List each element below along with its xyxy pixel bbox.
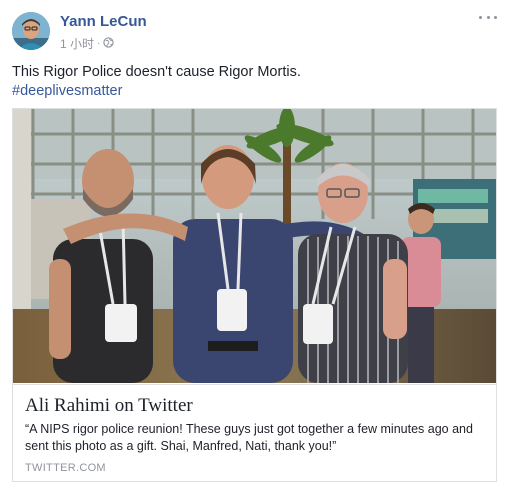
link-preview-image[interactable] (13, 109, 496, 383)
author-name[interactable]: Yann LeCun (60, 13, 147, 30)
post-text: This Rigor Police doesn't cause Rigor Mo… (12, 63, 492, 101)
meta-separator: · (97, 38, 101, 49)
link-preview-domain: TWITTER.COM (25, 462, 106, 474)
post-text-line: This Rigor Police doesn't cause Rigor Mo… (12, 64, 301, 80)
author-avatar[interactable] (12, 12, 50, 50)
link-preview-info[interactable]: Ali Rahimi on Twitter “A NIPS rigor poli… (13, 384, 496, 482)
more-options-icon[interactable] (479, 11, 497, 23)
post-timestamp[interactable]: 1 小时 (60, 35, 94, 52)
link-preview-description: “A NIPS rigor police reunion! These guys… (25, 422, 473, 453)
link-preview-title: Ali Rahimi on Twitter (25, 395, 193, 416)
avatar-photo (12, 12, 50, 50)
hashtag-link[interactable]: #deeplivesmatter (12, 82, 492, 101)
post-meta: 1 小时 · (60, 35, 115, 52)
globe-icon[interactable] (103, 36, 115, 51)
facebook-post: Yann LeCun 1 小时 · This Rigor Police does… (0, 0, 507, 491)
link-preview-card[interactable]: Ali Rahimi on Twitter “A NIPS rigor poli… (12, 108, 497, 482)
